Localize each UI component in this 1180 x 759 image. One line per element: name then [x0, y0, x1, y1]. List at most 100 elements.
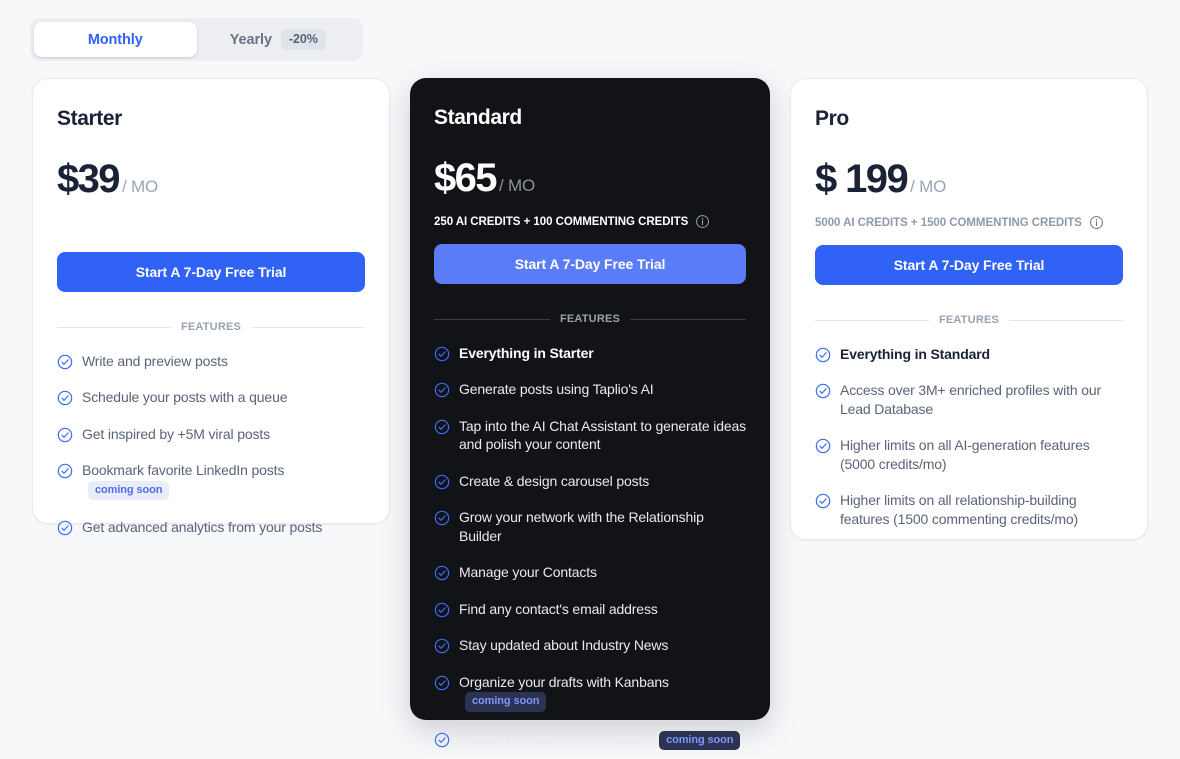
check-circle-icon	[434, 675, 450, 690]
feature-text: Everything in Standard	[840, 345, 990, 363]
feature-list-standard: Everything in Starter Generate posts usi…	[434, 335, 746, 759]
feature-item: Higher limits on all AI-generation featu…	[815, 427, 1123, 482]
feature-label: Organize your drafts with Kanbans	[459, 673, 669, 690]
check-circle-icon	[57, 354, 73, 370]
feature-label: Get inspired by +5M viral posts	[82, 425, 270, 442]
info-icon[interactable]	[695, 214, 710, 229]
feature-item: Find any contact's email address	[434, 591, 746, 627]
feature-item: Access over 3M+ enriched profiles with o…	[815, 372, 1123, 427]
check-circle-icon	[434, 566, 450, 581]
feature-item: Access premium post templates coming soon	[434, 721, 746, 759]
check-circle-icon	[434, 511, 450, 526]
credits-text-pro: 5000 AI CREDITS + 1500 COMMENTING CREDIT…	[815, 216, 1082, 229]
price-amount-pro: $ 199	[815, 157, 909, 201]
feature-label: Access premium post templates	[459, 730, 654, 747]
check-circle-icon	[434, 346, 450, 362]
check-circle-icon	[57, 521, 73, 536]
feature-text: Higher limits on all relationship-buildi…	[840, 491, 1123, 528]
plan-name-pro: Pro	[815, 107, 849, 130]
plan-name-standard: Standard	[434, 106, 522, 129]
check-circle-icon	[434, 602, 450, 618]
feature-item: Stay updated about Industry News	[434, 627, 746, 663]
feature-item: Create & design carousel posts	[434, 463, 746, 499]
feature-item: Tap into the AI Chat Assistant to genera…	[434, 408, 746, 463]
feature-text: Generate posts using Taplio's AI	[459, 380, 654, 398]
feature-text: Access over 3M+ enriched profiles with o…	[840, 381, 1123, 418]
feature-label: Grow your network with the Relationship …	[459, 509, 704, 544]
price-row-starter: $39 / MO	[57, 159, 365, 199]
check-circle-icon	[434, 638, 450, 654]
check-circle-icon	[434, 474, 450, 490]
price-period-standard: / MO	[498, 176, 535, 195]
price-row-standard: $65 / MO	[434, 158, 746, 198]
check-circle-icon	[57, 464, 73, 479]
check-circle-icon	[815, 347, 831, 363]
feature-text: Manage your Contacts	[459, 563, 597, 581]
feature-label: Stay updated about Industry News	[459, 637, 669, 654]
feature-text: Write and preview posts	[82, 352, 228, 370]
plan-name-starter: Starter	[57, 107, 122, 130]
features-divider-starter: FEATURES	[57, 321, 366, 333]
feature-label: Get advanced analytics from your posts	[82, 519, 323, 536]
feature-label: Bookmark favorite LinkedIn posts	[82, 462, 285, 479]
pricing-cards-container: Starter $39 / MO Start A 7-Day Free Tria…	[0, 0, 1180, 751]
feature-item: Organize your drafts with Kanbans coming …	[434, 664, 746, 721]
feature-text: Organize your drafts with Kanbans coming …	[459, 673, 746, 712]
price-period-starter: / MO	[121, 177, 158, 196]
divider-rule-right	[1009, 319, 1124, 321]
pricing-card-starter: Starter $39 / MO Start A 7-Day Free Tria…	[32, 78, 390, 536]
feature-label: Find any contact's email address	[459, 600, 658, 617]
price-amount-standard: $65	[434, 156, 498, 200]
feature-item: Everything in Standard	[815, 336, 1123, 372]
feature-item: Get advanced analytics from your posts	[57, 509, 365, 545]
feature-text: Get inspired by +5M viral posts	[82, 425, 270, 443]
feature-item: Manage your Contacts	[434, 554, 746, 590]
divider-rule-left	[434, 318, 550, 320]
feature-text: Tap into the AI Chat Assistant to genera…	[459, 417, 746, 454]
pricing-card-pro: Pro $ 199 / MO 5000 AI CREDITS + 1500 CO…	[790, 78, 1148, 540]
feature-text: Schedule your posts with a queue	[82, 388, 287, 406]
feature-label: Higher limits on all AI-generation featu…	[840, 437, 1090, 472]
check-circle-icon	[434, 732, 450, 747]
feature-item: Generate posts using Taplio's AI	[434, 371, 746, 407]
features-label-standard: FEATURES	[559, 313, 621, 325]
feature-label: Everything in Standard	[840, 346, 990, 362]
feature-text: Stay updated about Industry News	[459, 636, 668, 654]
check-circle-icon	[434, 419, 450, 435]
pricing-card-standard: Standard $65 / MO 250 AI CREDITS + 100 C…	[410, 78, 770, 751]
feature-item: Grow your network with the Relationship …	[434, 499, 746, 554]
check-circle-icon	[434, 383, 450, 398]
feature-text: Find any contact's email address	[459, 600, 658, 618]
feature-label: Schedule your posts with a queue	[82, 389, 288, 406]
cta-start-trial-pro[interactable]: Start A 7-Day Free Trial	[815, 245, 1123, 285]
feature-label: Higher limits on all relationship-buildi…	[840, 492, 1079, 527]
coming-soon-badge: coming soon	[659, 730, 741, 751]
info-icon[interactable]	[1089, 215, 1104, 230]
coming-soon-badge: coming soon	[465, 692, 547, 712]
features-divider-pro: FEATURES	[815, 314, 1124, 326]
divider-rule-left	[57, 326, 171, 328]
feature-text: Higher limits on all AI-generation featu…	[840, 436, 1123, 473]
feature-item: Get inspired by +5M viral posts	[57, 416, 365, 452]
feature-text: Create & design carousel posts	[459, 472, 649, 490]
features-label-pro: FEATURES	[938, 314, 1000, 326]
feature-text: Bookmark favorite LinkedIn postscoming s…	[82, 461, 365, 501]
coming-soon-badge: coming soon	[88, 480, 170, 501]
feature-label: Tap into the AI Chat Assistant to genera…	[459, 417, 746, 453]
price-period-pro: / MO	[910, 177, 947, 196]
feature-text: Grow your network with the Relationship …	[459, 508, 746, 545]
cta-start-trial-standard[interactable]: Start A 7-Day Free Trial	[434, 244, 746, 284]
feature-item: Higher limits on all relationship-buildi…	[815, 482, 1123, 537]
feature-text: Get advanced analytics from your posts	[82, 518, 322, 536]
divider-rule-right	[251, 326, 366, 328]
feature-list-pro: Everything in Standard Access over 3M+ e…	[815, 336, 1123, 537]
feature-label: Create & design carousel posts	[459, 472, 650, 489]
features-label-starter: FEATURES	[180, 321, 242, 333]
check-circle-icon	[815, 494, 831, 509]
divider-rule-right	[630, 318, 747, 320]
divider-rule-left	[815, 319, 929, 321]
cta-start-trial-starter[interactable]: Start A 7-Day Free Trial	[57, 252, 365, 292]
